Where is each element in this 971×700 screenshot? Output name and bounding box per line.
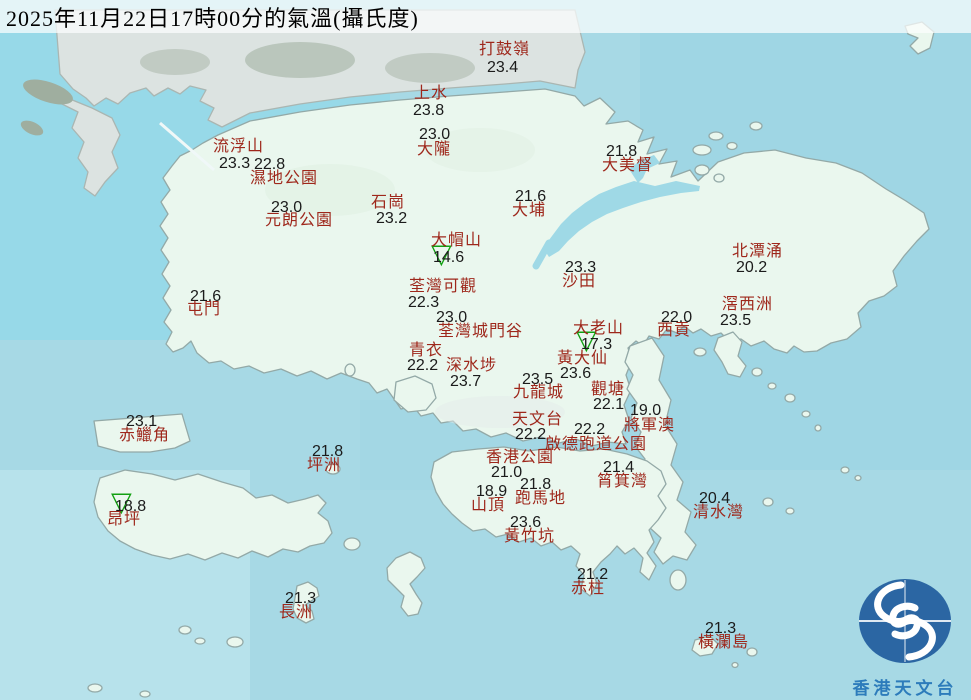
map-title: 2025年11月22日17時00分的氣溫(攝氏度) — [6, 5, 419, 31]
hko-logo: 香港天文台 HONG KONG OBSERVATORY — [836, 576, 971, 700]
hko-logo-icon — [859, 579, 951, 663]
title-bar: 2025年11月22日17時00分的氣溫(攝氏度) — [0, 0, 971, 33]
hko-logo-chinese: 香港天文台 — [852, 679, 958, 698]
hong-kong-basemap — [0, 0, 971, 700]
hko-temperature-map-screen: 2025年11月22日17時00分的氣溫(攝氏度) 23.4 打鼓嶺 23.8 上水 2… — [0, 0, 971, 700]
